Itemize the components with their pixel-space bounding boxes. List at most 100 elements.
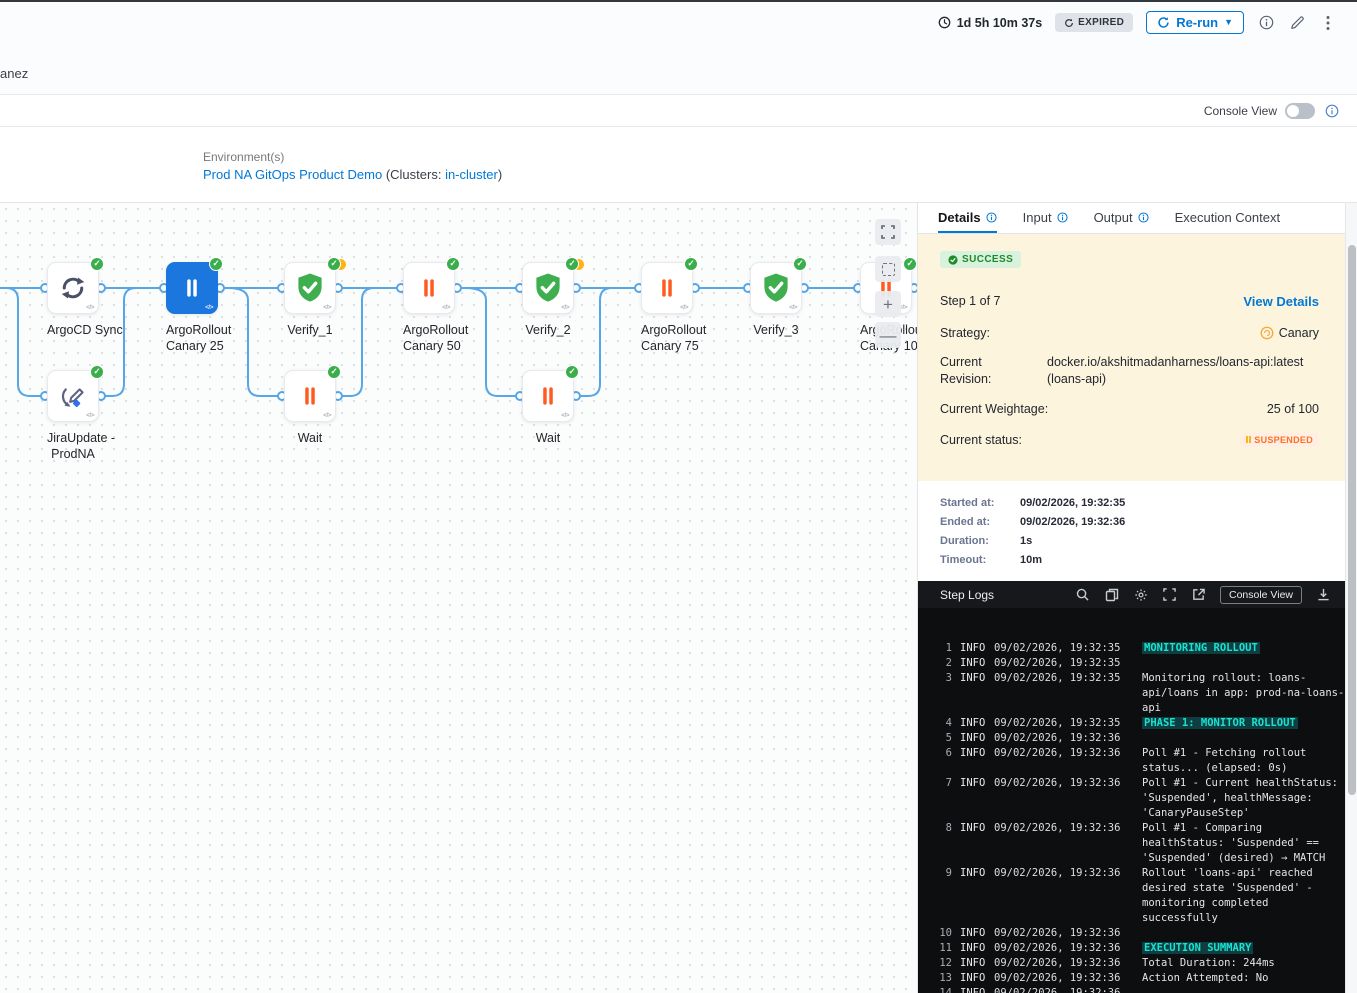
chevron-down-icon: ▼ — [1224, 18, 1233, 27]
node-jira-update[interactable]: </> ✓ JiraUpdate - ProdNA — [47, 370, 99, 462]
log-line: 1INFO09/02/2026, 19:32:35MONITORING ROLL… — [918, 641, 1345, 656]
log-line: 11INFO09/02/2026, 19:32:36EXECUTION SUMM… — [918, 941, 1345, 956]
canary-icon — [1260, 326, 1274, 340]
status-badge: SUCCESS — [940, 251, 1021, 268]
shield-check-icon — [759, 271, 793, 305]
node-wait-1[interactable]: </> ✓ Wait — [284, 370, 336, 446]
tab-details[interactable]: Details — [938, 203, 997, 233]
node-argorollout-canary-50[interactable]: </> ✓ ArgoRollout Canary 50 — [403, 262, 455, 354]
step-summary-card: SUCCESS Step 1 of 7 View Details Strateg… — [918, 234, 1345, 481]
info-icon — [986, 212, 997, 223]
retry-icon — [1064, 18, 1074, 28]
revision-label: Current Revision: — [940, 354, 1028, 388]
template-icon: </> — [205, 304, 213, 311]
log-settings-icon[interactable] — [1133, 587, 1149, 603]
ended-at-label: Ended at: — [940, 516, 1020, 528]
ended-at-value: 09/02/2026, 19:32:36 — [1020, 516, 1125, 528]
environment-section: Environment(s) Prod NA GitOps Product De… — [0, 128, 1357, 203]
timeout-value: 10m — [1020, 554, 1042, 566]
revision-value: docker.io/akshitmadanharness/loans-api:l… — [1047, 354, 1319, 388]
log-line: 8INFO09/02/2026, 19:32:36Poll #1 - Compa… — [918, 821, 1345, 866]
node-argorollout-canary-75[interactable]: </> ✓ ArgoRollout Canary 75 — [641, 262, 693, 354]
tab-output[interactable]: Output — [1094, 203, 1149, 233]
current-status-label: Current status: — [940, 433, 1022, 447]
log-download-icon[interactable] — [1315, 587, 1331, 603]
shield-check-icon — [293, 271, 327, 305]
details-tabs: Details Input Output Execution Context — [918, 203, 1345, 234]
suspended-badge: SUSPENDED — [1240, 433, 1319, 447]
node-argorollout-canary-25[interactable]: </> ✓ ArgoRollout Canary 25 — [166, 262, 218, 354]
success-badge-icon: ✓ — [327, 257, 341, 271]
log-copy-icon[interactable] — [1104, 587, 1120, 603]
pause-mini-icon — [1246, 436, 1251, 443]
success-badge-icon: ✓ — [327, 365, 341, 379]
header-actions: 1d 5h 10m 37s EXPIRED Re-run ▼ — [938, 11, 1337, 34]
canvas-fullscreen-button[interactable] — [875, 219, 901, 245]
template-icon: </> — [680, 304, 688, 311]
log-line: 10INFO09/02/2026, 19:32:36 — [918, 926, 1345, 941]
node-verify-3[interactable]: </> ✓ Verify_3 — [750, 262, 802, 338]
environment-link[interactable]: Prod NA GitOps Product Demo — [203, 167, 382, 182]
node-sublabel: ProdNA — [47, 446, 99, 462]
log-line: 7INFO09/02/2026, 19:32:36Poll #1 - Curre… — [918, 776, 1345, 821]
sync-icon — [58, 273, 88, 303]
log-line: 3INFO09/02/2026, 19:32:35Monitoring roll… — [918, 671, 1345, 716]
node-verify-2[interactable]: </> ✓ Verify_2 — [522, 262, 574, 338]
cluster-link[interactable]: in-cluster — [445, 167, 498, 182]
console-view-info-icon[interactable] — [1323, 102, 1341, 120]
step-times: Started at:09/02/2026, 19:32:35 Ended at… — [918, 481, 1345, 581]
clusters-suffix: ) — [498, 167, 502, 182]
canvas-zoom-in-button[interactable]: + — [875, 291, 901, 317]
clusters-prefix: (Clusters: — [386, 167, 442, 182]
weightage-value: 25 of 100 — [1267, 402, 1319, 416]
node-label: Wait — [284, 430, 336, 446]
template-icon: </> — [323, 412, 331, 419]
info-icon[interactable] — [1257, 14, 1275, 32]
node-wait-2[interactable]: </> ✓ Wait — [522, 370, 574, 446]
duration-value: 1s — [1020, 535, 1032, 547]
console-view-toggle[interactable] — [1285, 103, 1315, 119]
console-view-label: Console View — [1204, 104, 1277, 118]
success-badge-icon: ✓ — [565, 365, 579, 379]
pipeline-canvas[interactable]: </> ✓ ArgoCD Sync </> ✓ JiraUpdate - Pro… — [0, 203, 917, 993]
pause-icon — [179, 275, 205, 301]
success-badge-icon: ✓ — [793, 257, 807, 271]
info-icon — [1138, 212, 1149, 223]
log-fullscreen-icon[interactable] — [1162, 587, 1178, 603]
breadcrumb[interactable]: anez — [0, 66, 28, 81]
log-line: 9INFO09/02/2026, 19:32:36Rollout 'loans-… — [918, 866, 1345, 926]
step-details-panel: Details Input Output Execution Context S… — [917, 203, 1345, 993]
step-logs-console[interactable]: 1INFO09/02/2026, 19:32:35MONITORING ROLL… — [918, 608, 1345, 993]
template-icon: </> — [442, 304, 450, 311]
node-argocd-sync[interactable]: </> ✓ ArgoCD Sync — [47, 262, 99, 338]
log-line: 5INFO09/02/2026, 19:32:36 — [918, 731, 1345, 746]
tab-execution-context[interactable]: Execution Context — [1175, 203, 1281, 233]
log-search-icon[interactable] — [1075, 587, 1091, 603]
template-icon: </> — [561, 412, 569, 419]
scrollbar-thumb[interactable] — [1348, 245, 1356, 795]
panel-scrollbar[interactable] — [1345, 203, 1357, 993]
canvas-select-button[interactable] — [875, 256, 901, 282]
node-verify-1[interactable]: </> ✓ Verify_1 — [284, 262, 336, 338]
rerun-button[interactable]: Re-run ▼ — [1146, 11, 1244, 34]
tab-input[interactable]: Input — [1023, 203, 1068, 233]
success-badge-icon: ✓ — [446, 257, 460, 271]
template-icon: </> — [561, 304, 569, 311]
pause-icon — [535, 383, 561, 409]
strategy-value: Canary — [1279, 326, 1319, 340]
node-label: JiraUpdate - — [47, 430, 99, 446]
kebab-menu-icon[interactable] — [1319, 14, 1337, 32]
template-icon: </> — [86, 304, 94, 311]
log-line: 4INFO09/02/2026, 19:32:35PHASE 1: MONITO… — [918, 716, 1345, 731]
node-sublabel: Canary 25 — [166, 338, 218, 354]
success-badge-icon: ✓ — [684, 257, 698, 271]
log-console-view-button[interactable]: Console View — [1220, 586, 1302, 604]
node-sublabel: Canary 50 — [403, 338, 455, 354]
log-open-external-icon[interactable] — [1191, 587, 1207, 603]
node-label: ArgoCD Sync — [47, 322, 99, 338]
canvas-zoom-out-button[interactable]: — — [875, 322, 901, 348]
view-details-link[interactable]: View Details — [1243, 294, 1319, 309]
edit-pencil-icon[interactable] — [1288, 14, 1306, 32]
rerun-icon — [1157, 16, 1170, 29]
execution-header: anez 1d 5h 10m 37s EXPIRED Re-run ▼ — [0, 2, 1357, 95]
